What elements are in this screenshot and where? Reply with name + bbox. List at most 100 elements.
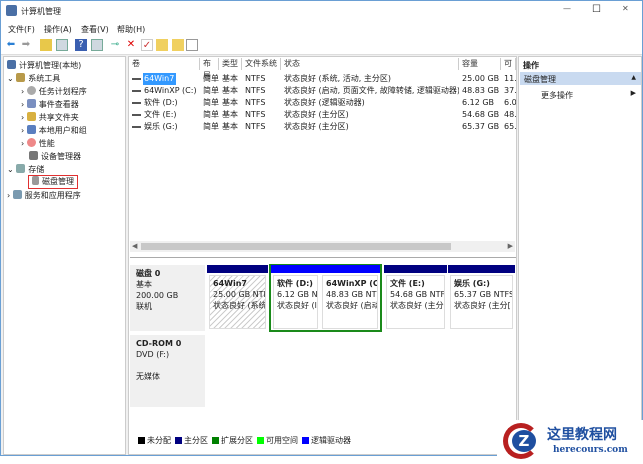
cell-layout: 简单 — [203, 86, 219, 95]
storage-icon — [16, 164, 26, 173]
cell-name: 64Win7 — [144, 74, 175, 83]
cdrom-label[interactable]: CD-ROM 0 DVD (F:) 无媒体 — [130, 335, 205, 407]
cell-capacity: 25.00 GB — [462, 74, 500, 83]
cell-fs: NTFS — [245, 74, 266, 83]
col-layout[interactable]: 布局 — [200, 58, 219, 80]
scroll-thumb[interactable] — [141, 243, 451, 250]
toolbar: ⬅ ➡ ? ⊸ ✕ ✓ — [1, 36, 642, 55]
volume-row[interactable]: 文件 (E:) 简单 基本 NTFS 状态良好 (主分区) 54.68 GB 48. — [129, 109, 516, 121]
tree-device-manager[interactable]: 设备管理器 — [29, 151, 81, 163]
partition-g[interactable]: 娱乐 (G:) 65.37 GB NTFS 状态良好 (主分[ — [448, 265, 515, 331]
help-icon[interactable]: ? — [75, 39, 87, 51]
cell-type: 基本 — [222, 74, 238, 83]
cell-status: 状态良好 (主分区) — [284, 110, 349, 119]
tree-system-tools[interactable]: ⌄ 系统工具 — [7, 73, 60, 85]
cell-status: 状态良好 (逻辑驱动器) — [284, 98, 365, 107]
collapse-icon: ▲ — [631, 74, 636, 81]
cdrom-drive: DVD (F:) — [136, 350, 170, 359]
tree-event-viewer[interactable]: › 事件查看器 — [21, 99, 79, 111]
disk0-state: 联机 — [136, 302, 152, 311]
cell-fs: NTFS — [245, 98, 266, 107]
cell-type: 基本 — [222, 110, 238, 119]
cell-free: 37. — [504, 86, 516, 95]
more-actions[interactable]: 更多操作 ▶ — [520, 88, 641, 100]
close-button[interactable]: ✕ — [622, 4, 629, 13]
cell-free: 65. — [504, 122, 516, 131]
tree-shared-folders[interactable]: › 共享文件夹 — [21, 112, 79, 124]
connect-icon[interactable]: ⊸ — [109, 39, 121, 51]
title-bar: 计算机管理 — ☐ ✕ — [1, 1, 642, 21]
tree-local-users[interactable]: › 本地用户和组 — [21, 125, 87, 137]
disk-management-pane: 卷 布局 类型 文件系统 状态 容量 可用 64Win7简单基本NTFS状态良好… — [128, 56, 517, 455]
tree-services[interactable]: › 服务和应用程序 — [7, 190, 81, 202]
folder-add-icon[interactable] — [156, 39, 168, 51]
legend-swatch — [175, 437, 182, 444]
cell-fs: NTFS — [245, 110, 266, 119]
actions-section-disk-management[interactable]: 磁盘管理 ▲ — [520, 72, 641, 85]
legend-swatch — [212, 437, 219, 444]
volume-row[interactable]: 娱乐 (G:) 简单 基本 NTFS 状态良好 (主分区) 65.37 GB 65. — [129, 121, 516, 133]
check-icon[interactable]: ✓ — [141, 39, 153, 51]
cell-capacity: 48.83 GB — [462, 86, 500, 95]
menu-file[interactable]: 文件(F) — [8, 24, 35, 35]
volume-row[interactable]: 64Win7 简单 基本 NTFS 状态良好 (系统, 活动, 主分区) 25.00 GB… — [129, 73, 516, 85]
cdrom-media: 无媒体 — [136, 372, 160, 381]
minimize-button[interactable]: — — [563, 4, 571, 13]
menu-bar: 文件(F) 操作(A) 查看(V) 帮助(H) — [1, 21, 642, 36]
cell-free: 6.0 — [504, 98, 516, 107]
show-hide-tree-icon[interactable] — [56, 39, 68, 51]
cell-layout: 简单 — [203, 74, 219, 83]
menu-action[interactable]: 操作(A) — [44, 24, 72, 35]
volume-row[interactable]: 64WinXP (C:) 简单 基本 NTFS 状态良好 (启动, 页面文件, 故障转储… — [129, 85, 516, 97]
volume-icon — [132, 102, 141, 104]
cell-capacity: 54.68 GB — [462, 110, 500, 119]
col-filesystem[interactable]: 文件系统 — [242, 58, 281, 70]
partition-c[interactable]: 64WinXP (C 48.83 GB NTF 状态良好 (启动 — [320, 265, 380, 331]
delete-icon[interactable]: ✕ — [125, 39, 137, 51]
tree-task-scheduler[interactable]: › 任务计划程序 — [21, 86, 87, 98]
col-volume[interactable]: 卷 — [129, 58, 200, 70]
disk-graphical-view: 磁盘 0 基本 200.00 GB 联机 64Win7 25.00 GB NTF 状… — [130, 257, 516, 454]
col-type[interactable]: 类型 — [219, 58, 242, 70]
cell-layout: 简单 — [203, 98, 219, 107]
cell-layout: 简单 — [203, 122, 219, 131]
tree-performance[interactable]: › 性能 — [21, 138, 55, 150]
maximize-button[interactable]: ☐ — [592, 4, 601, 15]
back-icon[interactable]: ⬅ — [5, 39, 17, 51]
event-icon — [26, 99, 36, 108]
partition-64win7[interactable]: 64Win7 25.00 GB NTF 状态良好 (系统 — [207, 265, 268, 331]
cell-free: 48. — [504, 110, 516, 119]
computer-icon — [7, 60, 16, 69]
navigation-tree: 计算机管理(本地) ⌄ 系统工具 › 任务计划程序 › 事件查看器 › 共享文件… — [3, 56, 126, 455]
tree-disk-management[interactable]: 磁盘管理 — [28, 175, 78, 189]
properties-icon[interactable] — [91, 39, 103, 51]
cell-fs: NTFS — [245, 122, 266, 131]
horizontal-scrollbar[interactable]: ◀ ▶ — [130, 241, 515, 252]
menu-help[interactable]: 帮助(H) — [117, 24, 145, 35]
disk0-label[interactable]: 磁盘 0 基本 200.00 GB 联机 — [130, 265, 205, 331]
up-folder-icon[interactable] — [40, 39, 52, 51]
partition-d[interactable]: 软件 (D:) 6.12 GB N 状态良好 (l — [271, 265, 320, 331]
col-status[interactable]: 状态 — [281, 58, 459, 70]
partition-e[interactable]: 文件 (E:) 54.68 GB NTFS 状态良好 (主分[ — [384, 265, 447, 331]
tree-root[interactable]: 计算机管理(本地) — [7, 60, 81, 72]
cell-type: 基本 — [222, 86, 238, 95]
menu-view[interactable]: 查看(V) — [81, 24, 109, 35]
cell-status: 状态良好 (主分区) — [284, 122, 349, 131]
cell-status: 状态良好 (启动, 页面文件, 故障转储, 逻辑驱动器) — [284, 86, 459, 95]
legend-swatch — [138, 437, 145, 444]
cell-name: 文件 (E:) — [144, 110, 177, 119]
col-free[interactable]: 可用 — [501, 58, 516, 70]
disk0-name: 磁盘 0 — [136, 269, 161, 278]
col-capacity[interactable]: 容量 — [459, 58, 501, 70]
cell-capacity: 6.12 GB — [462, 98, 495, 107]
volume-icon — [132, 114, 141, 116]
list-icon[interactable] — [186, 39, 198, 51]
volume-row[interactable]: 软件 (D:) 简单 基本 NTFS 状态良好 (逻辑驱动器) 6.12 GB 6.0 — [129, 97, 516, 109]
forward-icon[interactable]: ➡ — [20, 39, 32, 51]
actions-pane: 操作 磁盘管理 ▲ 更多操作 ▶ — [518, 56, 642, 455]
legend-swatch — [257, 437, 264, 444]
folder-search-icon[interactable] — [172, 39, 184, 51]
services-icon — [12, 190, 22, 199]
legend-label: 逻辑驱动器 — [311, 436, 351, 445]
